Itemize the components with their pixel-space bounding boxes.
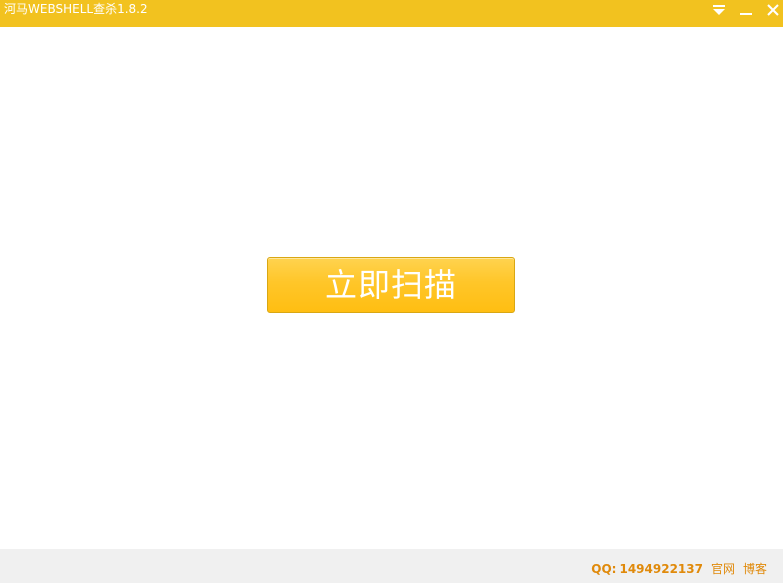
minimize-icon xyxy=(740,13,752,15)
qq-number: 1494922137 xyxy=(619,562,703,576)
scan-now-button[interactable]: 立即扫描 xyxy=(267,257,515,313)
dropdown-menu-icon xyxy=(713,5,725,15)
window-title: 河马WEBSHELL查杀1.8.2 xyxy=(4,2,148,16)
minimize-button[interactable] xyxy=(737,2,755,18)
qq-label: QQ: xyxy=(591,562,617,576)
close-icon xyxy=(767,4,779,16)
footer-bar: QQ: 1494922137 官网 博客 xyxy=(0,549,783,583)
footer-links: QQ: 1494922137 官网 博客 xyxy=(591,562,767,576)
title-bar[interactable]: 河马WEBSHELL查杀1.8.2 xyxy=(0,0,783,27)
dropdown-menu-button[interactable] xyxy=(710,2,728,18)
main-content: 立即扫描 xyxy=(0,27,783,549)
official-site-link[interactable]: 官网 xyxy=(711,562,735,576)
blog-link[interactable]: 博客 xyxy=(743,562,767,576)
close-button[interactable] xyxy=(764,2,782,18)
